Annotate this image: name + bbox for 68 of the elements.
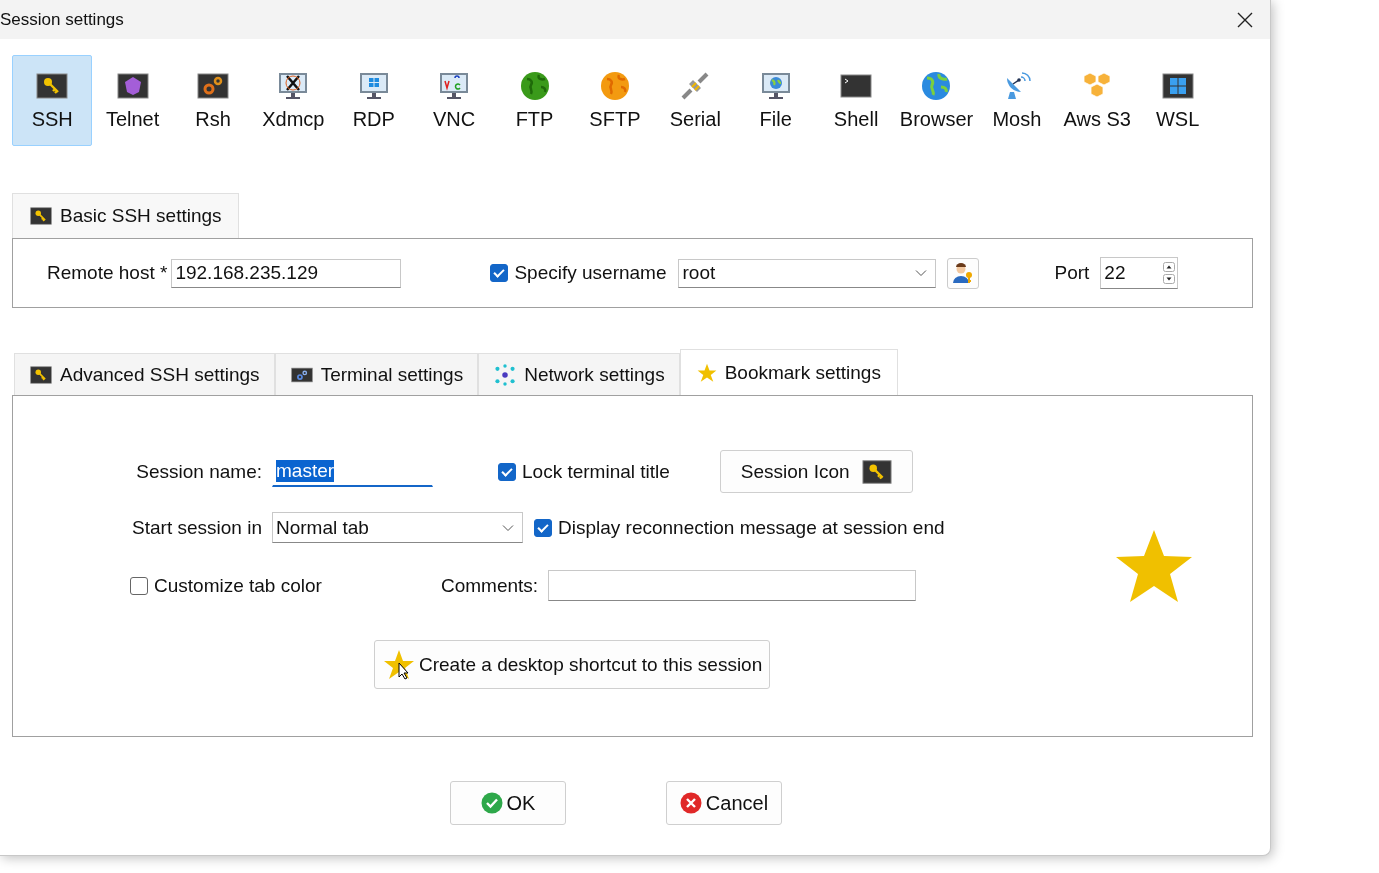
star-icon bbox=[696, 362, 717, 383]
globe-icon bbox=[518, 70, 551, 102]
session-type-button[interactable]: Xdmcp bbox=[253, 55, 334, 146]
field-label: Port bbox=[1054, 262, 1090, 284]
cancel-button[interactable]: Cancel bbox=[666, 781, 782, 825]
session-type-button[interactable]: Browser bbox=[896, 55, 977, 146]
window-title: Session settings bbox=[0, 9, 124, 30]
spin-up-icon[interactable] bbox=[1163, 262, 1176, 272]
checkbox-label: Display reconnection message at session end bbox=[558, 516, 945, 539]
session-type-button[interactable]: Serial bbox=[655, 55, 736, 146]
key-icon bbox=[36, 70, 69, 102]
close-icon bbox=[1237, 11, 1253, 28]
session-type-button[interactable]: Shell bbox=[815, 55, 897, 146]
tab[interactable]: Bookmark settings bbox=[679, 349, 898, 395]
session-type-button[interactable]: SFTP bbox=[574, 55, 656, 146]
username-dropdown[interactable]: root bbox=[678, 258, 937, 288]
tab[interactable]: Advanced SSH settings bbox=[14, 353, 275, 395]
comments-field[interactable] bbox=[548, 570, 917, 601]
checkbox[interactable] bbox=[130, 576, 148, 595]
session-type-button[interactable]: WSL bbox=[1137, 55, 1218, 146]
user-key-icon bbox=[952, 262, 975, 284]
windows-logo-icon bbox=[1161, 70, 1194, 102]
dropdown-caret-icon bbox=[915, 269, 928, 277]
cancel-icon bbox=[679, 792, 702, 814]
tab[interactable]: Basic SSH settings bbox=[12, 193, 239, 238]
field-label: Start session in bbox=[131, 516, 262, 539]
remote-host-field[interactable]: 192.168.235.129 bbox=[171, 258, 402, 288]
session-type-button[interactable]: Mosh bbox=[976, 55, 1058, 146]
tab[interactable]: Terminal settings bbox=[274, 353, 479, 395]
checkbox[interactable] bbox=[490, 264, 509, 282]
check-icon bbox=[480, 792, 503, 814]
gears-icon bbox=[196, 70, 229, 102]
session-type-button[interactable]: File bbox=[735, 55, 816, 146]
gem-icon bbox=[116, 70, 149, 102]
session-type-button[interactable]: RDP bbox=[333, 55, 414, 146]
ok-button[interactable]: OK bbox=[450, 781, 566, 825]
field-label: Remote host * bbox=[47, 262, 168, 284]
globe-icon bbox=[920, 70, 953, 102]
user-settings-button[interactable] bbox=[947, 257, 980, 289]
create-shortcut-button[interactable]: Create a desktop shortcut to this session bbox=[374, 640, 771, 689]
checkbox-label: Lock terminal title bbox=[522, 460, 670, 483]
monitor-icon bbox=[438, 70, 471, 102]
session-icon-button[interactable]: Session Icon bbox=[719, 450, 913, 493]
spin-down-icon[interactable] bbox=[1163, 274, 1176, 284]
checkbox-label: Customize tab color bbox=[154, 574, 322, 597]
session-type-button[interactable]: VNC bbox=[413, 55, 495, 146]
start-session-dropdown[interactable]: Normal tab bbox=[272, 512, 523, 543]
session-type-button[interactable]: Rsh bbox=[172, 55, 254, 146]
session-type-button[interactable]: SSH bbox=[12, 55, 93, 146]
checkbox-label: Specify username bbox=[514, 262, 667, 284]
checkbox[interactable] bbox=[534, 518, 552, 537]
field-label: Comments: bbox=[441, 574, 539, 597]
field-label: Session name: bbox=[135, 460, 262, 483]
monitor-icon bbox=[277, 70, 310, 102]
checkbox[interactable] bbox=[498, 462, 516, 481]
dropdown-caret-icon bbox=[502, 523, 514, 532]
port-spinner[interactable]: 22 bbox=[1100, 257, 1179, 289]
session-type-button[interactable]: Aws S3 bbox=[1057, 55, 1138, 146]
globe-icon bbox=[598, 70, 631, 102]
session-type-button[interactable]: Telnet bbox=[92, 55, 173, 146]
tab[interactable]: Network settings bbox=[478, 353, 680, 395]
star-icon bbox=[1114, 528, 1194, 604]
monitor-icon bbox=[357, 70, 390, 102]
monitor-icon bbox=[759, 70, 792, 102]
key-icon bbox=[30, 205, 52, 227]
session-type-button[interactable]: FTP bbox=[494, 55, 575, 146]
key-icon bbox=[30, 363, 52, 386]
network-nodes-icon bbox=[494, 363, 517, 386]
